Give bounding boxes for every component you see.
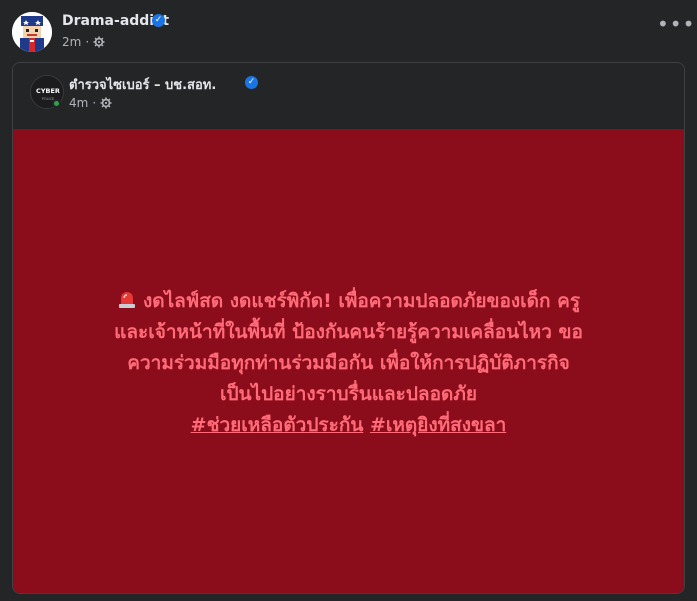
hashtag-link[interactable]: #เหตุยิงที่สงขลา xyxy=(370,414,506,436)
online-status-dot xyxy=(52,99,61,108)
page-name[interactable]: ตำรวจไซเบอร์ – บช.สอท. xyxy=(69,74,216,95)
shared-post-time[interactable]: 4m xyxy=(69,96,88,110)
gear-icon[interactable] xyxy=(100,97,112,109)
verified-badge-icon: ✓ xyxy=(245,76,258,89)
message-line: เป็นไปอย่างราบรื่นและปลอดภัย xyxy=(220,383,477,405)
meta-separator: · xyxy=(85,35,90,49)
shared-post-card[interactable]: CYBER POLICE ตำรวจไซเบอร์ – บช.สอท. ✓ 4m… xyxy=(12,62,685,594)
post-message: งดไลฟ์สด งดแชร์พิกัด! เพื่อความปลอดภัยขอ… xyxy=(33,286,664,441)
message-line-text: งดไลฟ์สด งดแชร์พิกัด! เพื่อความปลอดภัยขอ… xyxy=(142,290,581,312)
post-header: Drama-addict ✓ 2m · ••• xyxy=(12,10,694,54)
avatar-illustration xyxy=(12,12,52,52)
gear-icon[interactable] xyxy=(93,36,105,48)
hashtag-link[interactable]: #ช่วยเหลือตัวประกัน xyxy=(191,414,364,436)
shared-post-header: CYBER POLICE ตำรวจไซเบอร์ – บช.สอท. ✓ 4m… xyxy=(13,63,684,129)
message-line: งดไลฟ์สด งดแชร์พิกัด! เพื่อความปลอดภัยขอ… xyxy=(33,286,664,317)
post-time[interactable]: 2m xyxy=(62,35,81,49)
shared-post-meta: 4m · xyxy=(69,96,112,110)
message-line: และเจ้าหน้าที่ในพื้นที่ ป้องกันคนร้ายรู้… xyxy=(114,321,583,343)
post-meta: 2m · xyxy=(62,35,105,49)
text-post-background[interactable]: งดไลฟ์สด งดแชร์พิกัด! เพื่อความปลอดภัยขอ… xyxy=(13,129,684,593)
svg-text:CYBER: CYBER xyxy=(36,87,60,95)
message-line: ความร่วมมือทุกท่านร่วมมือกัน เพื่อให้การ… xyxy=(127,352,570,374)
meta-separator: · xyxy=(92,96,97,110)
more-options-button[interactable]: ••• xyxy=(657,14,694,40)
hashtag-line: #ช่วยเหลือตัวประกัน #เหตุยิงที่สงขลา xyxy=(33,410,664,441)
verified-badge-icon: ✓ xyxy=(152,14,165,27)
siren-icon xyxy=(118,292,135,308)
author-avatar[interactable] xyxy=(12,12,52,52)
